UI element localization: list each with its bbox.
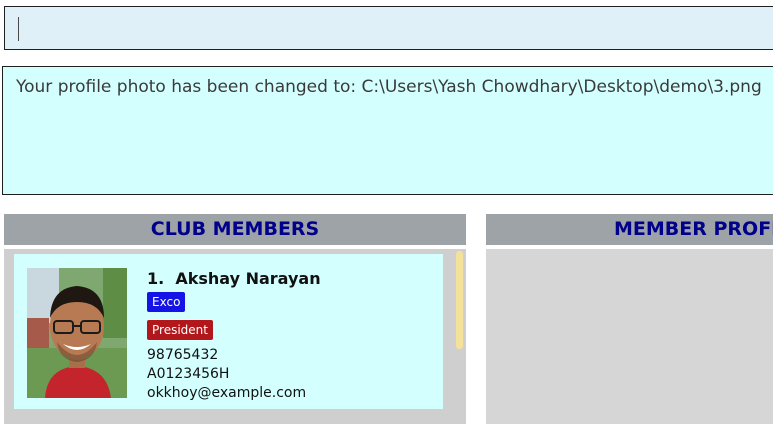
tag-president: President [147, 320, 213, 340]
member-profile-header: MEMBER PROFILE [486, 214, 773, 245]
club-members-header: CLUB MEMBERS [4, 214, 466, 245]
member-card[interactable]: 1. Akshay Narayan Exco President 9876543… [14, 254, 443, 409]
member-list-panel[interactable]: 1. Akshay Narayan Exco President 9876543… [4, 249, 466, 424]
result-display: Your profile photo has been changed to: … [2, 66, 773, 195]
member-email: okkhoy@example.com [147, 385, 307, 401]
member-name: 1. Akshay Narayan [147, 269, 321, 288]
command-input[interactable] [4, 6, 773, 50]
text-caret [18, 17, 19, 41]
member-matric-number: A0123456H [147, 366, 230, 382]
member-profile-panel [486, 249, 773, 424]
member-photo [27, 268, 127, 398]
member-phone: 98765432 [147, 347, 219, 363]
scrollbar-thumb[interactable] [456, 251, 463, 349]
result-message: Your profile photo has been changed to: … [16, 77, 762, 97]
tag-exco: Exco [147, 292, 186, 312]
